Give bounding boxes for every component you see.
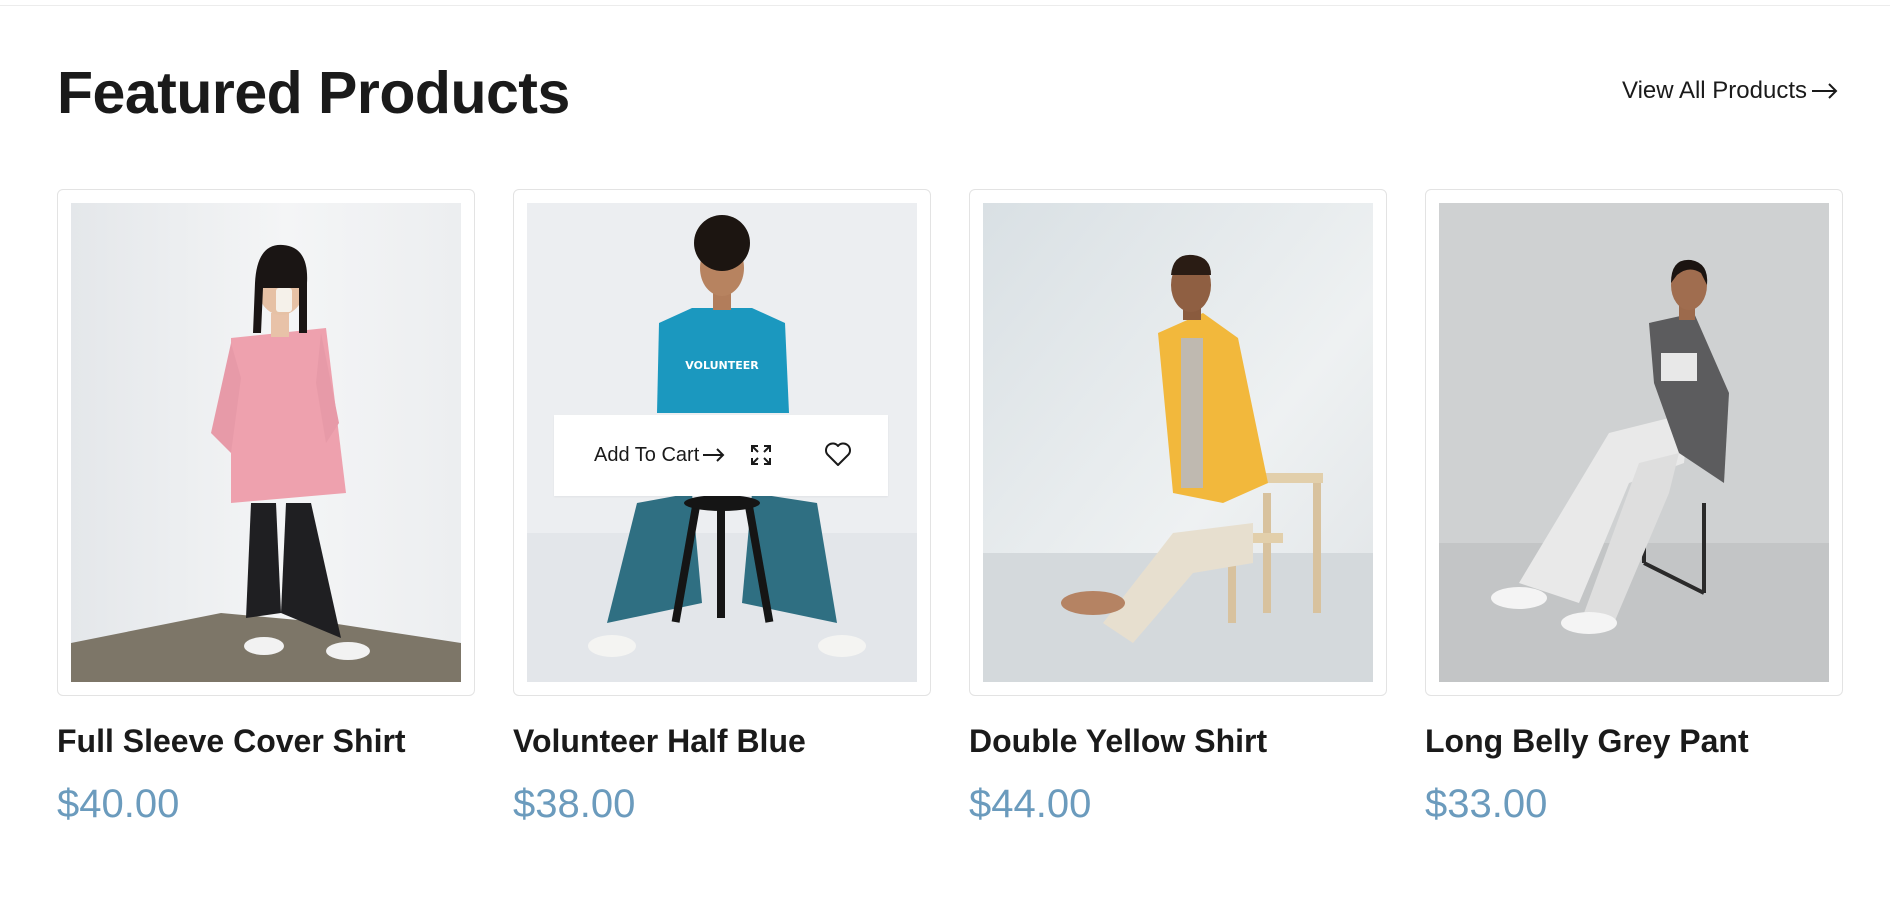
add-to-cart-button[interactable]: Add To Cart [594,442,726,468]
product-name[interactable]: Full Sleeve Cover Shirt [57,721,406,761]
product-photo-woman-pink-shirt [71,203,461,682]
product-card[interactable]: Double Yellow Shirt $44.00 [969,189,1387,826]
product-price: $40.00 [57,782,180,826]
product-price: $33.00 [1425,782,1548,826]
expand-icon[interactable] [749,443,773,467]
product-name[interactable]: Double Yellow Shirt [969,721,1267,761]
top-divider [0,5,1890,6]
add-to-cart-label: Add To Cart [594,444,700,466]
view-all-products-link[interactable]: View All Products [1622,76,1839,106]
heart-icon[interactable] [824,441,852,467]
arrow-right-icon [1812,83,1838,99]
product-image[interactable] [983,203,1373,682]
product-name[interactable]: Volunteer Half Blue [513,721,806,761]
product-card[interactable]: Long Belly Grey Pant $33.00 [1425,189,1843,826]
product-photo-woman-grey-pant [1439,203,1829,682]
product-name[interactable]: Long Belly Grey Pant [1425,721,1749,761]
product-image-frame [57,189,475,696]
product-card[interactable]: Full Sleeve Cover Shirt $40.00 [57,189,475,826]
product-card[interactable]: VOLUNTEER Add To Cart Volunteer Half Blu… [513,189,931,826]
section-title: Featured Products [57,60,570,126]
product-grid: Full Sleeve Cover Shirt $40.00 VOLUNTEER… [57,189,1843,869]
product-image-frame: VOLUNTEER Add To Cart [513,189,931,696]
view-all-label: View All Products [1622,77,1807,104]
product-image-frame [969,189,1387,696]
product-image[interactable] [71,203,461,682]
product-photo-man-yellow-shirt [983,203,1373,682]
product-price: $38.00 [513,782,636,826]
product-image[interactable] [1439,203,1829,682]
shirt-print-text: VOLUNTEER [685,359,759,372]
product-price: $44.00 [969,782,1092,826]
arrow-right-icon [703,448,725,462]
product-image-frame [1425,189,1843,696]
product-action-bar: Add To Cart [554,415,888,496]
